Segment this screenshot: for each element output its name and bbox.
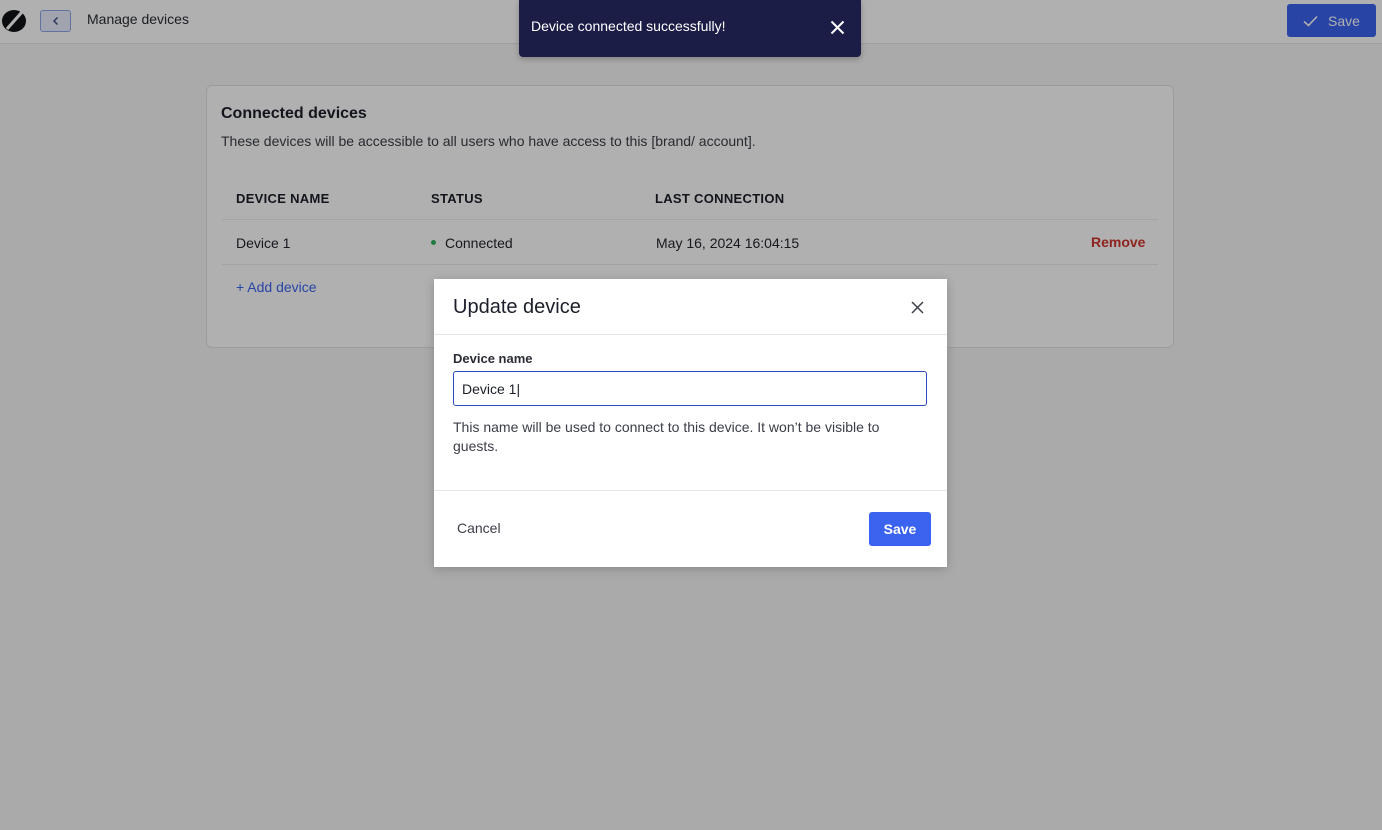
dialog-close-button[interactable] [907,297,927,317]
close-icon [910,300,924,314]
update-device-dialog: Update device Device name This name will… [434,279,947,567]
cancel-button[interactable]: Cancel [457,520,501,536]
toast-message: Device connected successfully! [531,18,726,34]
success-toast: Device connected successfully! [519,0,861,57]
device-name-label: Device name [453,351,533,366]
device-name-input[interactable] [453,371,927,406]
dialog-save-button[interactable]: Save [869,512,931,546]
close-icon [830,20,844,34]
dialog-footer-divider [434,490,947,491]
dialog-header-divider [434,334,947,335]
toast-close-button[interactable] [827,17,847,37]
device-name-help-text: This name will be used to connect to thi… [453,419,880,454]
dialog-title: Update device [453,296,581,318]
